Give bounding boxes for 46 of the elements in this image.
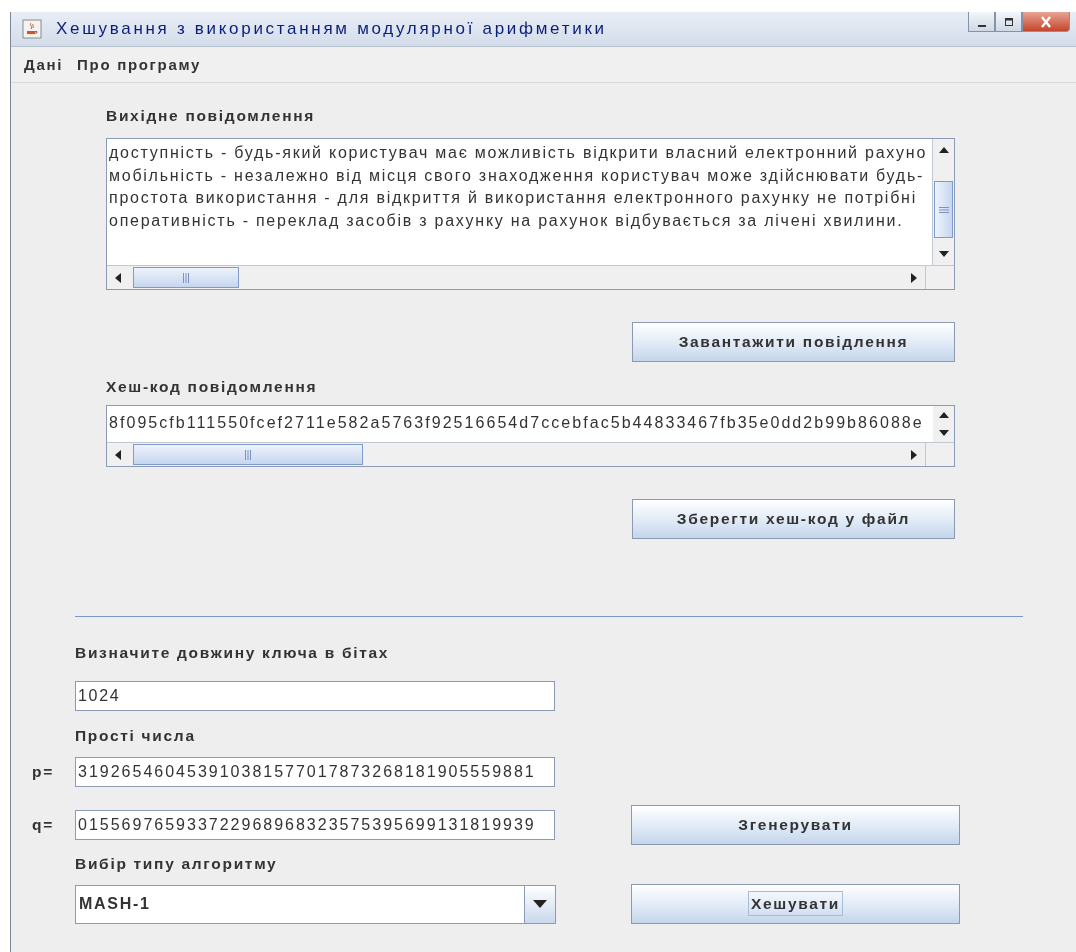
key-length-field[interactable]: 1024: [75, 681, 555, 711]
up-arrow-icon[interactable]: [938, 412, 949, 418]
vertical-scrollbar[interactable]: [933, 406, 954, 442]
message-line: простота використання - для відкриття й використання електронного рахунку не потрібні: [109, 188, 917, 208]
left-arrow-icon[interactable]: [115, 272, 121, 283]
window-title: Хешування з використанням модулярної арифметики: [56, 19, 607, 39]
grip-icon[interactable]: [245, 449, 251, 460]
close-button[interactable]: [1022, 12, 1070, 32]
generate-button[interactable]: Згенерувати: [631, 805, 960, 845]
algorithm-label: Вибір типу алгоритму: [75, 855, 279, 873]
hash-label: Хеш-код повідомлення: [106, 378, 319, 396]
up-arrow-icon[interactable]: [938, 147, 949, 153]
menu-item[interactable]: Дані: [17, 54, 71, 75]
grip-icon[interactable]: [183, 272, 189, 283]
menu-item[interactable]: Про програму: [70, 54, 209, 75]
message-line: оперативність - переклад засобів з рахунку на рахунок відбувається за лічені хвилини.: [109, 210, 904, 231]
save-hash-button[interactable]: Зберегти хеш-код у файл: [632, 499, 955, 539]
vertical-scrollbar[interactable]: [932, 139, 954, 265]
minimize-icon: [977, 24, 986, 27]
algorithm-dropdown[interactable]: MASH-1: [75, 884, 556, 924]
hash-value: 8f095cfb111550fcef2711e582a5763f92516654d7ccebfac5b44833467fb35e0dd2b99b86088e: [108, 413, 925, 433]
down-arrow-icon[interactable]: [938, 251, 949, 257]
load-message-button[interactable]: Завантажити повідлення: [632, 322, 955, 362]
right-arrow-icon[interactable]: [911, 449, 917, 460]
p-label: p=: [32, 763, 55, 781]
maximize-icon: [1002, 16, 1015, 27]
maximize-button[interactable]: [995, 12, 1022, 32]
hash-text-area[interactable]: 8f095cfb111550fcef2711e582a5763f92516654d7ccebfac5b44833467fb35e0dd2b99b86088e: [106, 405, 955, 467]
caret-icon: [533, 900, 547, 908]
grip-icon[interactable]: [938, 206, 949, 213]
down-arrow-icon[interactable]: [938, 430, 949, 436]
coffee-cup-icon: [22, 19, 42, 39]
message-text-area[interactable]: [106, 138, 955, 290]
key-length-label: Визначите довжину ключа в бітах: [75, 644, 391, 662]
q-label: q=: [32, 816, 55, 834]
left-arrow-icon[interactable]: [115, 449, 121, 460]
message-line: доступність - будь-який користувач має можливість відкрити власний електронний рахуно: [109, 143, 928, 163]
close-icon: [1039, 15, 1053, 28]
source-label: Вихідне повідомлення: [106, 107, 317, 125]
p-field[interactable]: 319265460453910381577017873268181905559881: [75, 757, 555, 787]
right-arrow-icon[interactable]: [911, 272, 917, 283]
hash-button[interactable]: Хешувати: [631, 884, 960, 924]
q-field[interactable]: 015569765933722968968323575395699131819939: [75, 810, 555, 840]
primes-label: Прості числа: [75, 727, 197, 745]
minimize-button[interactable]: [968, 12, 995, 32]
message-line: мобільність - незалежно від місця свого знаходження користувач може здійснювати будь-: [109, 165, 925, 186]
